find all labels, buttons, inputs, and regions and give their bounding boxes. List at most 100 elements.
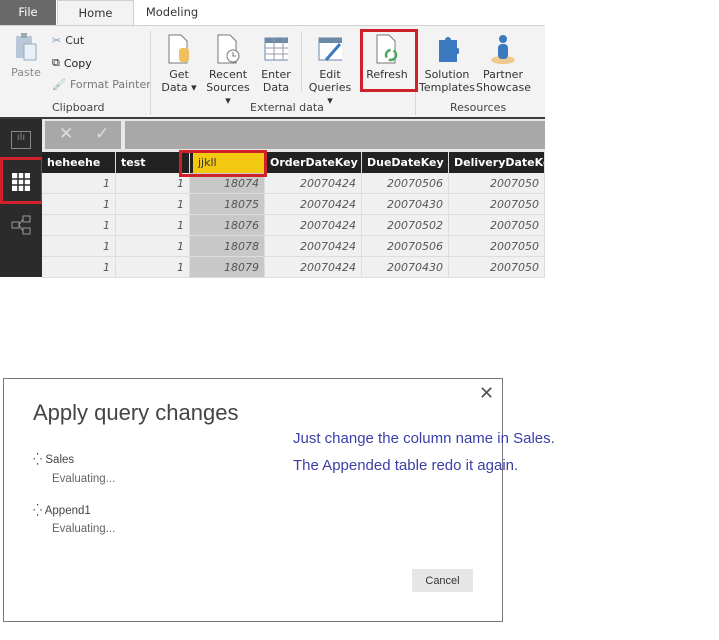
- scissors-icon: ✂: [52, 34, 62, 47]
- query-item: ⁛ Append1: [33, 503, 91, 517]
- table-cell[interactable]: 1: [116, 257, 190, 277]
- enter-label: Enter: [261, 68, 291, 81]
- tab-file[interactable]: File: [0, 0, 56, 25]
- table-cell[interactable]: 20070506: [362, 236, 449, 256]
- formula-buttons: ✕ ✓: [45, 121, 121, 149]
- spinner-icon: ⁛: [33, 505, 43, 517]
- column-highlight: [179, 150, 267, 177]
- edit-label: Edit: [319, 68, 341, 81]
- paste-button[interactable]: Paste: [8, 32, 44, 79]
- table-header: heheehe test jjkll OrderDateKey DueDateK…: [42, 152, 545, 173]
- partner-showcase-button[interactable]: Partner Showcase: [476, 34, 531, 94]
- divider: [150, 31, 151, 115]
- table-cell[interactable]: 18079: [190, 257, 265, 277]
- cut-label: Cut: [65, 34, 85, 47]
- paste-label: Paste: [11, 66, 41, 79]
- format-painter-label: Format Painter: [69, 78, 151, 91]
- copy-label: Copy: [63, 56, 92, 70]
- table-cell[interactable]: 20070430: [362, 257, 449, 277]
- format-painter-button[interactable]: 🖌 Format Painter: [52, 78, 151, 91]
- ribbon: Paste ✂ Cut ⧉ Copy 🖌 Format Painter Clipboa…: [0, 25, 545, 117]
- table-cell[interactable]: 20070424: [265, 215, 362, 235]
- table-row: 1 1 18076 20070424 20070502 2007050: [42, 215, 545, 236]
- query-name: Sales: [45, 454, 75, 466]
- commit-formula-icon[interactable]: ✓: [95, 124, 109, 144]
- partner-label: Partner: [483, 68, 523, 81]
- paste-icon: [16, 33, 37, 61]
- table-cell[interactable]: 1: [42, 194, 116, 214]
- report-view-icon[interactable]: ılı: [11, 131, 31, 149]
- enter-label-2: Data: [262, 81, 290, 94]
- recent-label: Recent: [208, 68, 248, 81]
- table-cell[interactable]: 20070424: [265, 236, 362, 256]
- get-data-label: Get: [169, 68, 189, 81]
- get-data-icon: [168, 34, 189, 64]
- data-view-highlight: [0, 157, 44, 204]
- get-data-label-2: Data ▾: [161, 81, 197, 94]
- close-icon[interactable]: ✕: [479, 383, 494, 404]
- recent-sources-button[interactable]: Recent Sources ▾: [202, 34, 254, 107]
- data-table: heheehe test jjkll OrderDateKey DueDateK…: [42, 152, 545, 278]
- table-cell[interactable]: 20070424: [265, 194, 362, 214]
- table-cell[interactable]: 1: [116, 194, 190, 214]
- annotation-line: The Appended table redo it again.: [293, 457, 519, 474]
- table-cell[interactable]: 2007050: [449, 257, 545, 277]
- column-header[interactable]: DueDateKey: [362, 152, 449, 173]
- table-cell[interactable]: 2007050: [449, 236, 545, 256]
- refresh-highlight: [360, 29, 418, 92]
- table-cell[interactable]: 2007050: [449, 194, 545, 214]
- table-cell[interactable]: 20070430: [362, 194, 449, 214]
- apply-query-changes-dialog: Apply query changes ✕ ⁛ Sales Evaluating…: [3, 378, 503, 622]
- brush-icon: 🖌: [52, 78, 66, 91]
- external-data-group-label: External data: [250, 101, 324, 114]
- table-cell[interactable]: 1: [116, 215, 190, 235]
- table-cell[interactable]: 18076: [190, 215, 265, 235]
- table-cell[interactable]: 20070424: [265, 173, 362, 193]
- get-data-button[interactable]: Get Data ▾: [160, 34, 198, 94]
- table-cell[interactable]: 18078: [190, 236, 265, 256]
- divider: [301, 31, 302, 91]
- table-cell[interactable]: 1: [42, 173, 116, 193]
- ribbon-tabs: File Home Modeling: [0, 0, 545, 26]
- solution-label: Solution: [424, 68, 470, 81]
- table-cell[interactable]: 1: [42, 215, 116, 235]
- tab-home[interactable]: Home: [57, 0, 134, 26]
- spinner-icon: ⁛: [33, 454, 43, 466]
- dialog-title: Apply query changes: [33, 400, 239, 425]
- query-status: Evaluating...: [52, 473, 116, 485]
- cut-button[interactable]: ✂ Cut: [52, 34, 84, 47]
- partner-icon: [491, 35, 515, 64]
- edit-queries-button[interactable]: Edit Queries ▾: [305, 34, 355, 107]
- table-cell[interactable]: 20070506: [362, 173, 449, 193]
- annotation-line: Just change the column name in Sales.: [293, 430, 555, 447]
- table-row: 1 1 18074 20070424 20070506 2007050: [42, 173, 545, 194]
- tab-modeling[interactable]: Modeling: [140, 0, 204, 25]
- solution-templates-button[interactable]: Solution Templates: [419, 34, 475, 94]
- copy-icon: ⧉: [52, 56, 60, 69]
- edit-queries-icon: [318, 37, 342, 61]
- table-cell[interactable]: 2007050: [449, 215, 545, 235]
- puzzle-icon: [439, 37, 459, 62]
- query-name: Append1: [44, 505, 91, 517]
- cancel-button[interactable]: Cancel: [412, 569, 473, 592]
- table-cell[interactable]: 18075: [190, 194, 265, 214]
- table-row: 1 1 18075 20070424 20070430 2007050: [42, 194, 545, 215]
- solution-label-2: Templates: [419, 81, 475, 94]
- formula-input[interactable]: [125, 121, 545, 149]
- table-icon: [264, 37, 288, 61]
- table-cell[interactable]: 1: [42, 236, 116, 256]
- column-header[interactable]: OrderDateKey: [265, 152, 362, 173]
- table-cell[interactable]: 20070424: [265, 257, 362, 277]
- relationships-view-icon[interactable]: [11, 215, 31, 235]
- column-header[interactable]: heheehe: [42, 152, 116, 173]
- enter-data-button[interactable]: Enter Data: [257, 34, 295, 94]
- table-cell[interactable]: 1: [42, 257, 116, 277]
- table-cell[interactable]: 1: [116, 236, 190, 256]
- copy-button[interactable]: ⧉ Copy: [52, 56, 92, 70]
- table-row: 1 1 18079 20070424 20070430 2007050: [42, 257, 545, 278]
- table-cell[interactable]: 20070502: [362, 215, 449, 235]
- table-cell[interactable]: 2007050: [449, 173, 545, 193]
- column-header[interactable]: DeliveryDateKey: [449, 152, 545, 173]
- clipboard-group-label: Clipboard: [52, 101, 105, 114]
- cancel-formula-icon[interactable]: ✕: [59, 124, 73, 144]
